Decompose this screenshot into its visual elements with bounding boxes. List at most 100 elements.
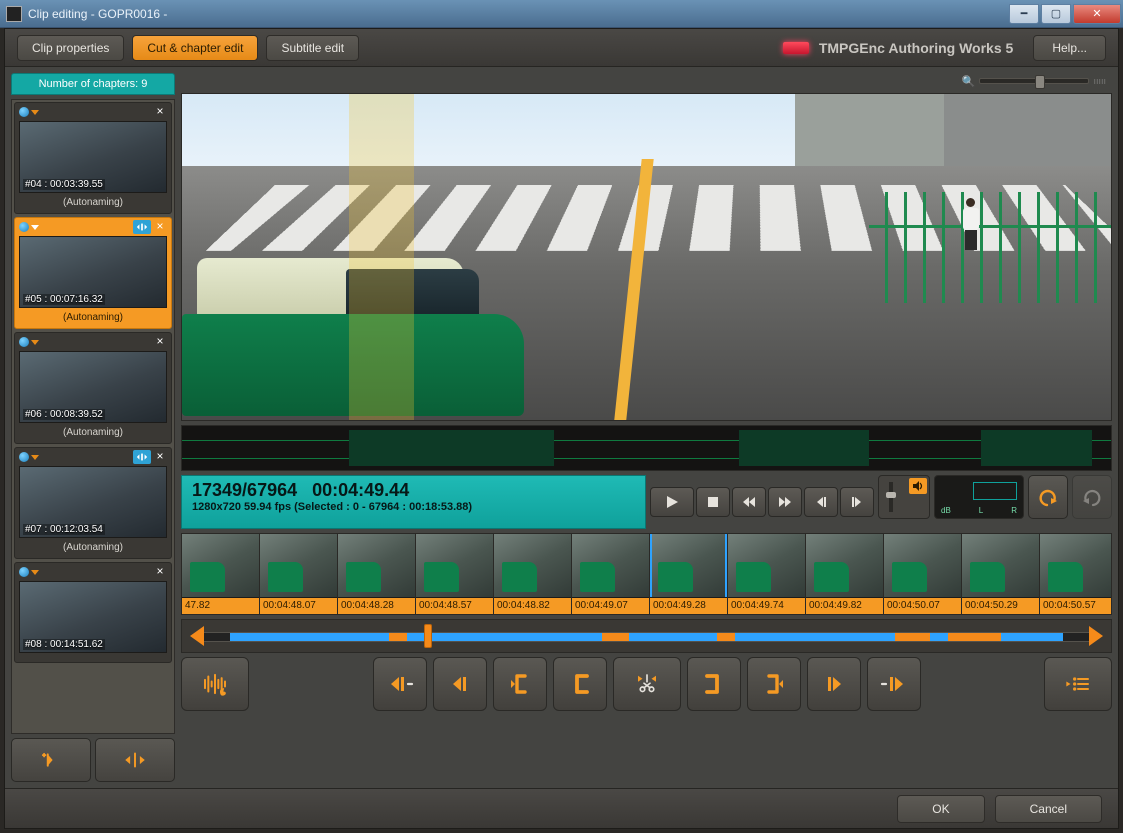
chapter-close-button[interactable]: × <box>153 335 167 349</box>
filmstrip-frame[interactable]: 00:04:49.82 <box>806 534 884 614</box>
add-chapter-button[interactable] <box>11 738 91 782</box>
brand-label: TMPGEnc Authoring Works 5 <box>819 40 1013 56</box>
chapter-thumbnail[interactable]: #08 : 00:14:51.62 <box>19 581 167 653</box>
timeline-segment[interactable] <box>735 633 895 641</box>
filmstrip-frame[interactable]: 00:04:49.07 <box>572 534 650 614</box>
playback-info-panel: 17349/67964 00:04:49.44 1280x720 59.94 f… <box>181 475 646 529</box>
jump-next-keyframe-button[interactable] <box>807 657 861 711</box>
chapter-close-button[interactable]: × <box>153 450 167 464</box>
filmstrip-frame[interactable]: 47.82 <box>182 534 260 614</box>
chapter-list-button[interactable] <box>1044 657 1112 711</box>
chapter-disc-icon <box>19 567 29 577</box>
redo-button[interactable] <box>1072 475 1112 519</box>
filmstrip-frame[interactable]: 00:04:48.82 <box>494 534 572 614</box>
timeline-segment[interactable] <box>1001 633 1063 641</box>
play-button[interactable] <box>650 487 694 517</box>
filmstrip-frame[interactable]: 00:04:48.07 <box>260 534 338 614</box>
jump-prev-keyframe-button[interactable] <box>433 657 487 711</box>
mark-out-button[interactable] <box>687 657 741 711</box>
chapter-thumbnail[interactable]: #05 : 00:07:16.32 <box>19 236 167 308</box>
timeline-playhead[interactable] <box>424 624 432 648</box>
range-start-handle[interactable] <box>190 626 204 646</box>
chapters-count-header: Number of chapters: 9 <box>11 73 175 95</box>
tab-clip-properties[interactable]: Clip properties <box>17 35 124 61</box>
chapter-thumbnail[interactable]: #07 : 00:12:03.54 <box>19 466 167 538</box>
zoom-slider[interactable] <box>979 78 1089 84</box>
filmstrip[interactable]: 47.8200:04:48.0700:04:48.2800:04:48.5700… <box>181 533 1112 615</box>
filmstrip-frame[interactable]: 00:04:50.07 <box>884 534 962 614</box>
timeline-segment[interactable] <box>895 633 930 641</box>
chapter-timecode: #05 : 00:07:16.32 <box>23 294 105 305</box>
audio-analyze-button[interactable] <box>181 657 249 711</box>
split-chapter-button[interactable] <box>95 738 175 782</box>
cancel-button[interactable]: Cancel <box>995 795 1102 823</box>
filmstrip-frame[interactable]: 00:04:49.74 <box>728 534 806 614</box>
timeline-segment[interactable] <box>389 633 407 641</box>
chapter-timecode: #04 : 00:03:39.55 <box>23 179 105 190</box>
filmstrip-frame[interactable]: 00:04:49.28 <box>650 534 728 614</box>
window-close-button[interactable]: ✕ <box>1073 4 1121 24</box>
help-button[interactable]: Help... <box>1033 35 1106 61</box>
chapter-name-label <box>17 655 169 660</box>
cut-button[interactable] <box>613 657 681 711</box>
top-toolbar: Clip properties Cut & chapter edit Subti… <box>5 29 1118 67</box>
chapter-thumbnail[interactable]: #06 : 00:08:39.52 <box>19 351 167 423</box>
chapter-item[interactable]: × #04 : 00:03:39.55 (Autonaming) <box>14 102 172 214</box>
chapter-close-button[interactable]: × <box>153 105 167 119</box>
chapter-item[interactable]: × #08 : 00:14:51.62 <box>14 562 172 663</box>
chapter-list[interactable]: × #04 : 00:03:39.55 (Autonaming) × #05 : 00:… <box>11 99 175 734</box>
ok-button[interactable]: OK <box>897 795 984 823</box>
chapter-triangle-icon <box>31 455 39 460</box>
timeline[interactable] <box>181 619 1112 653</box>
stop-button[interactable] <box>696 487 730 517</box>
chapter-item[interactable]: ×#07 : 00:12:03.54(Autonaming) <box>14 447 172 559</box>
volume-control[interactable] <box>878 475 930 519</box>
chapter-triangle-icon <box>31 110 39 115</box>
rewind-button[interactable] <box>732 487 766 517</box>
filmstrip-timecode: 00:04:49.28 <box>650 598 727 614</box>
set-in-point-button[interactable] <box>493 657 547 711</box>
chapter-disc-icon <box>19 222 29 232</box>
chapter-name-label: (Autonaming) <box>17 195 169 211</box>
zoom-ticks: ııııı <box>1093 76 1106 86</box>
window-titlebar: Clip editing - GOPR0016 - ━ ▢ ✕ <box>0 0 1123 28</box>
filmstrip-frame[interactable]: 00:04:48.28 <box>338 534 416 614</box>
jump-prev-chapter-button[interactable] <box>373 657 427 711</box>
mark-in-button[interactable] <box>553 657 607 711</box>
step-back-button[interactable] <box>804 487 838 517</box>
filmstrip-frame[interactable]: 00:04:50.29 <box>962 534 1040 614</box>
timeline-segment[interactable] <box>629 633 718 641</box>
timeline-segment[interactable] <box>602 633 629 641</box>
chapter-close-button[interactable]: × <box>153 565 167 579</box>
timeline-segment[interactable] <box>717 633 735 641</box>
timeline-segment[interactable] <box>230 633 390 641</box>
undo-button[interactable] <box>1028 475 1068 519</box>
filmstrip-timecode: 00:04:48.57 <box>416 598 493 614</box>
dialog-footer: OK Cancel <box>5 788 1118 828</box>
audio-waveform[interactable] <box>181 425 1112 471</box>
zoom-control: 🔍 ııııı <box>181 73 1112 89</box>
clip-meta-info: 1280x720 59.94 fps (Selected : 0 - 67964… <box>192 501 635 513</box>
chapter-item[interactable]: ×#06 : 00:08:39.52(Autonaming) <box>14 332 172 444</box>
timeline-segment[interactable] <box>407 633 602 641</box>
frame-counter: 17349/67964 <box>192 480 297 500</box>
timeline-segment[interactable] <box>948 633 1001 641</box>
set-out-point-button[interactable] <box>747 657 801 711</box>
window-maximize-button[interactable]: ▢ <box>1041 4 1071 24</box>
range-end-handle[interactable] <box>1089 626 1103 646</box>
window-minimize-button[interactable]: ━ <box>1009 4 1039 24</box>
chapter-item[interactable]: ×#05 : 00:07:16.32(Autonaming) <box>14 217 172 329</box>
video-preview[interactable] <box>181 93 1112 421</box>
chapter-thumbnail[interactable]: #04 : 00:03:39.55 <box>19 121 167 193</box>
filmstrip-frame[interactable]: 00:04:50.57 <box>1040 534 1112 614</box>
jump-next-chapter-button[interactable] <box>867 657 921 711</box>
chapter-close-button[interactable]: × <box>153 220 167 234</box>
timeline-segment[interactable] <box>930 633 948 641</box>
step-forward-button[interactable] <box>840 487 874 517</box>
fast-forward-button[interactable] <box>768 487 802 517</box>
filmstrip-frame[interactable]: 00:04:48.57 <box>416 534 494 614</box>
chapter-layer-icon <box>133 220 151 234</box>
tab-subtitle-edit[interactable]: Subtitle edit <box>266 35 359 61</box>
chapter-timecode: #08 : 00:14:51.62 <box>23 639 105 650</box>
tab-cut-chapter-edit[interactable]: Cut & chapter edit <box>132 35 258 61</box>
